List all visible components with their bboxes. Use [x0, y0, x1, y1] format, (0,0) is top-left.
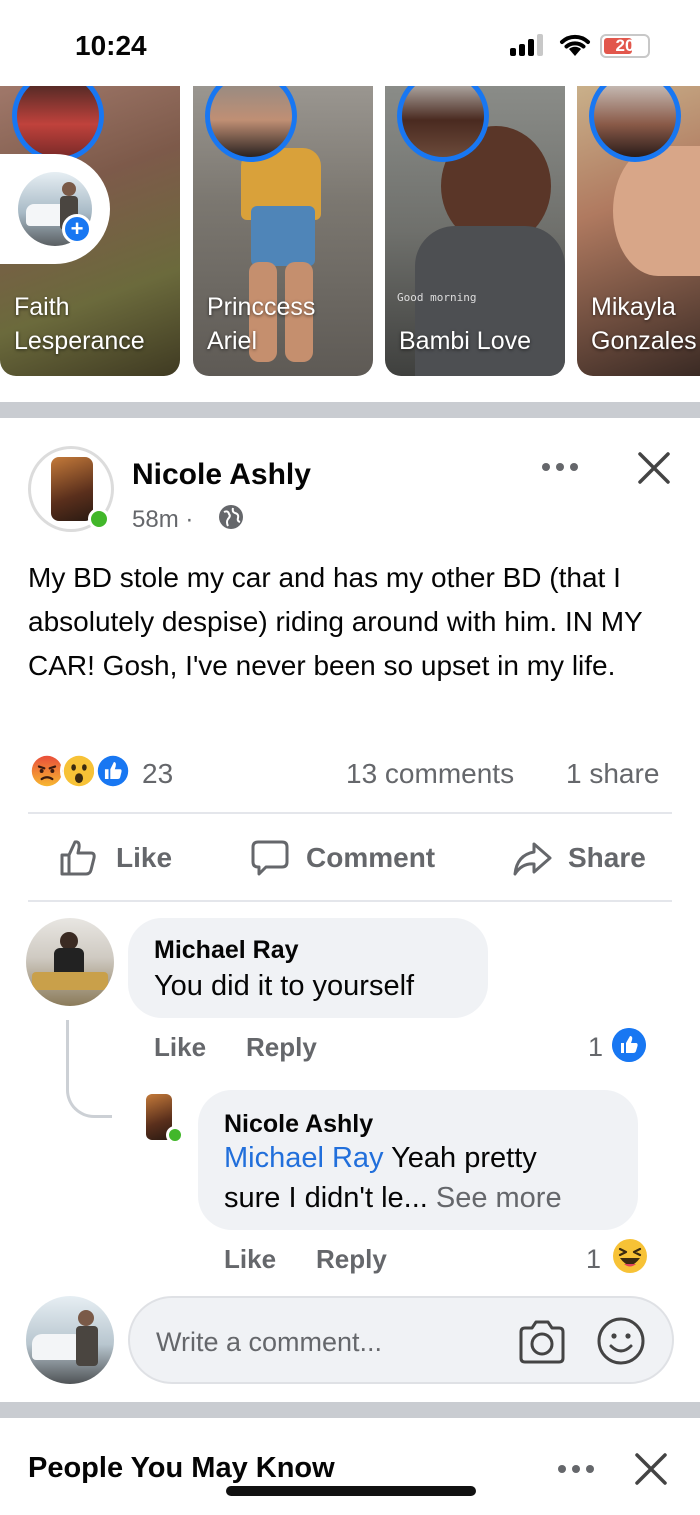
home-indicator[interactable] — [226, 1486, 476, 1496]
story-avatar — [12, 86, 104, 162]
post-author-name[interactable]: Nicole Ashly — [132, 458, 311, 492]
stories-tray[interactable]: + Faith Lesperance Princcess Ariel Good … — [0, 86, 700, 386]
comment-button-label: Comment — [306, 842, 436, 873]
write-comment-box[interactable] — [128, 1296, 674, 1384]
more-options-icon[interactable] — [538, 458, 582, 478]
reply-author[interactable]: Nicole Ashly — [224, 1110, 373, 1139]
close-icon[interactable] — [632, 1450, 670, 1488]
comment-text: You did it to yourself — [154, 970, 415, 1002]
wow-icon — [60, 752, 98, 790]
online-status-dot — [166, 1126, 184, 1144]
people-you-may-know-title: People You May Know — [28, 1452, 335, 1484]
story-card[interactable]: Mikayla Gonzales — [577, 86, 700, 376]
haha-icon — [613, 1239, 647, 1273]
camera-icon[interactable] — [516, 1318, 568, 1366]
share-button-label: Share — [568, 842, 646, 873]
create-story-button[interactable]: + — [0, 154, 110, 264]
reply-like-button[interactable]: Like — [224, 1244, 276, 1275]
my-avatar[interactable] — [26, 1296, 114, 1384]
comment-icon — [251, 840, 289, 876]
mention-link[interactable]: Michael Ray — [224, 1142, 384, 1174]
divider — [28, 900, 672, 902]
comment-reaction-count[interactable]: 1 — [588, 1032, 603, 1063]
reply-thread-line — [66, 1020, 112, 1118]
story-name: Faith Lesperance — [14, 293, 145, 355]
plus-icon: + — [62, 214, 92, 244]
battery-level: 20 — [615, 36, 635, 55]
battery-icon: 20 — [600, 34, 650, 58]
wifi-icon — [560, 34, 590, 56]
post-timestamp[interactable]: 58m · — [132, 506, 193, 534]
story-card[interactable]: + Faith Lesperance — [0, 86, 180, 376]
comments-count[interactable]: 13 comments — [346, 758, 514, 790]
reply-text-line1: Yeah pretty — [383, 1142, 537, 1174]
emoji-icon[interactable] — [596, 1316, 646, 1366]
cellular-signal-icon — [510, 34, 544, 56]
reaction-count[interactable]: 23 — [142, 758, 173, 790]
status-time: 10:24 — [75, 30, 147, 61]
like-icon — [94, 752, 132, 790]
like-button-label: Like — [116, 842, 173, 873]
close-icon[interactable] — [634, 448, 674, 488]
status-bar: 10:24 20 — [0, 0, 700, 86]
reply-bubble[interactable]: Nicole Ashly Michael Ray Yeah pretty sur… — [198, 1090, 638, 1230]
comment-reply-button[interactable]: Reply — [246, 1032, 317, 1063]
reply-reply-button[interactable]: Reply — [316, 1244, 387, 1275]
globe-icon — [219, 505, 243, 529]
comment-bubble[interactable]: Michael Ray You did it to yourself — [128, 918, 488, 1018]
story-name: Mikayla Gonzales — [591, 293, 697, 355]
story-overlay-text: Good morning — [397, 291, 477, 304]
more-options-icon[interactable] — [554, 1460, 598, 1480]
divider — [28, 812, 672, 814]
comment-like-button[interactable]: Like — [154, 1032, 206, 1063]
share-icon — [513, 842, 552, 876]
story-name: Bambi Love — [399, 327, 532, 355]
comment-input[interactable] — [156, 1324, 496, 1360]
story-card[interactable]: Princcess Ariel — [193, 86, 373, 376]
commenter-avatar[interactable] — [26, 918, 114, 1006]
thumbs-up-icon — [60, 840, 96, 876]
reply-text-line2: sure I didn't le... — [224, 1182, 428, 1214]
reply-text: Michael Ray Yeah pretty sure I didn't le… — [224, 1138, 624, 1218]
story-card[interactable]: Good morning Bambi Love — [385, 86, 565, 376]
online-status-dot — [88, 508, 110, 530]
see-more-link[interactable]: See more — [428, 1182, 562, 1214]
comment-button[interactable]: Comment — [250, 838, 460, 882]
post-text: My BD stole my car and has my other BD (… — [28, 562, 643, 681]
shares-count[interactable]: 1 share — [566, 758, 659, 790]
reply-reaction-count[interactable]: 1 — [586, 1244, 601, 1275]
share-button[interactable]: Share — [512, 838, 662, 882]
section-divider — [0, 1402, 700, 1418]
section-divider — [0, 402, 700, 418]
comment-author[interactable]: Michael Ray — [154, 936, 299, 965]
like-icon — [612, 1028, 646, 1062]
story-name: Princcess Ariel — [207, 293, 316, 355]
like-button[interactable]: Like — [58, 838, 188, 882]
